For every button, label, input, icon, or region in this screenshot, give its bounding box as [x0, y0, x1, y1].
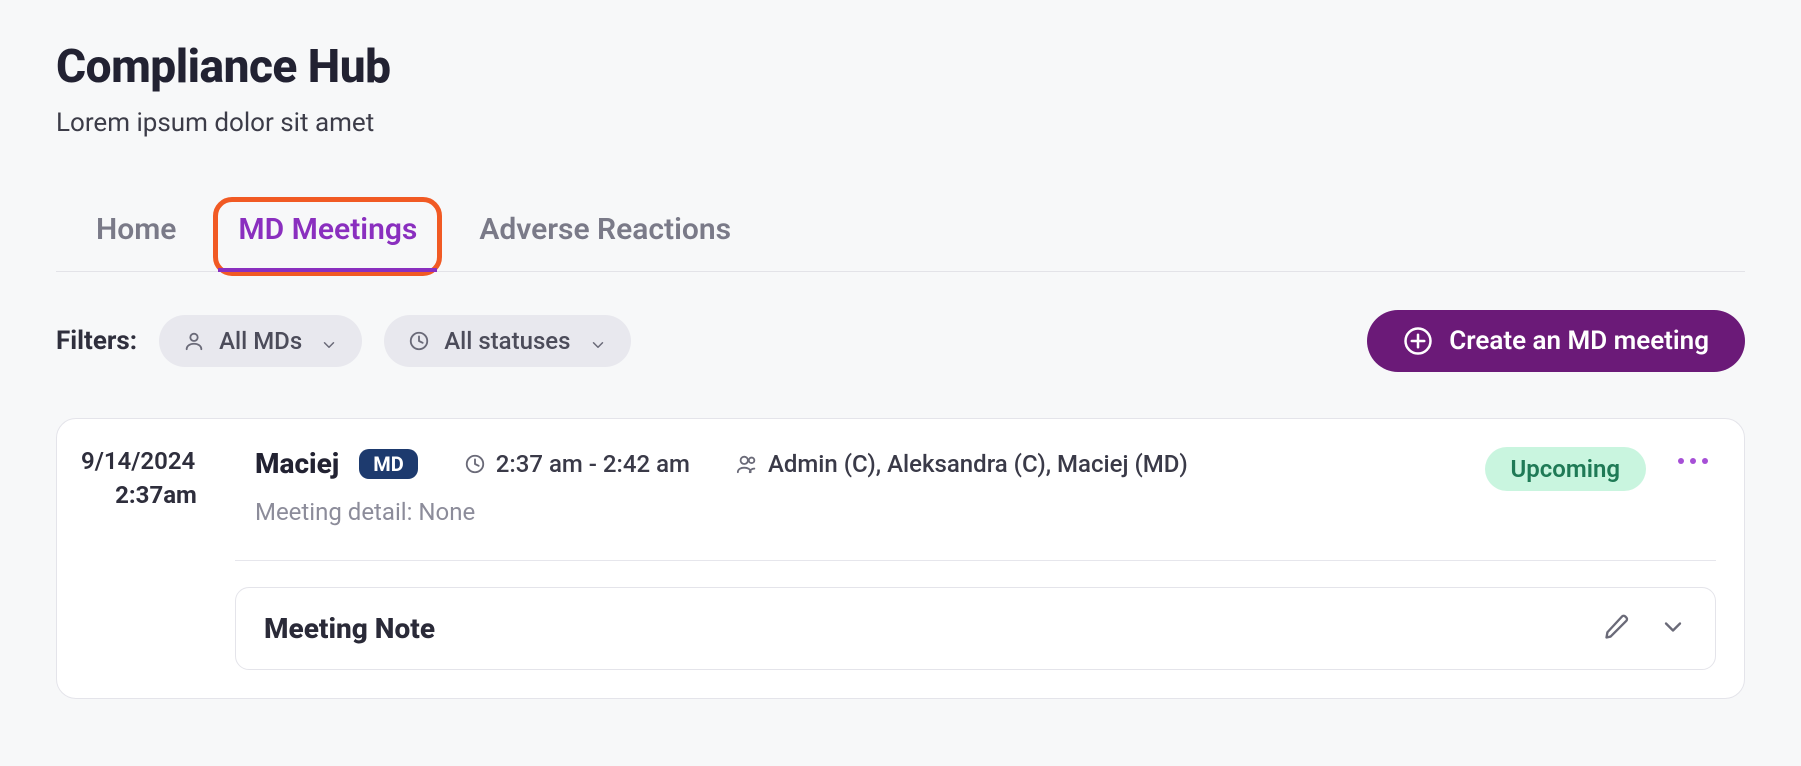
meeting-card: 9/14/2024 2:37am Maciej MD 2:37 am - 2:4…: [56, 418, 1745, 699]
plus-circle-icon: [1403, 326, 1433, 356]
tabs-bar: Home MD Meetings Adverse Reactions: [56, 202, 1745, 272]
filters-label: Filters:: [56, 326, 137, 356]
more-horizontal-icon: [1676, 451, 1710, 470]
meeting-person-name: Maciej: [255, 447, 339, 480]
filter-status-label: All statuses: [444, 327, 570, 355]
meeting-date: 9/14/2024: [81, 447, 231, 475]
expand-note-button[interactable]: [1659, 613, 1687, 645]
meeting-attendees-text: Admin (C), Aleksandra (C), Maciej (MD): [768, 450, 1188, 478]
filters-row: Filters: All MDs All statuses: [56, 310, 1745, 372]
meeting-note-block: Meeting Note: [235, 587, 1716, 670]
create-meeting-button[interactable]: Create an MD meeting: [1367, 310, 1745, 372]
meeting-time-range-text: 2:37 am - 2:42 am: [496, 450, 690, 478]
filter-status-dropdown[interactable]: All statuses: [384, 315, 630, 367]
clock-icon: [464, 453, 486, 475]
tab-home[interactable]: Home: [92, 202, 180, 271]
chevron-down-icon: [320, 332, 338, 350]
meeting-main-column: Maciej MD 2:37 am - 2:42 am Admin (C), A…: [255, 447, 1461, 526]
more-actions-button[interactable]: [1670, 447, 1716, 474]
edit-note-button[interactable]: [1603, 613, 1631, 645]
pencil-icon: [1603, 613, 1631, 645]
meeting-date-column: 9/14/2024 2:37am: [81, 447, 231, 509]
meeting-time: 2:37am: [81, 481, 231, 509]
role-badge: MD: [359, 449, 418, 479]
filter-md-label: All MDs: [219, 327, 302, 355]
create-meeting-label: Create an MD meeting: [1449, 326, 1709, 356]
divider: [235, 560, 1716, 561]
tab-md-meetings[interactable]: MD Meetings: [218, 202, 437, 271]
tab-adverse-reactions[interactable]: Adverse Reactions: [475, 202, 735, 271]
meeting-detail: Meeting detail: None: [255, 498, 1461, 526]
user-icon: [183, 330, 205, 352]
page-subtitle: Lorem ipsum dolor sit amet: [56, 108, 1745, 138]
chevron-down-icon: [589, 332, 607, 350]
clock-icon: [408, 330, 430, 352]
filter-md-dropdown[interactable]: All MDs: [159, 315, 362, 367]
meeting-attendees: Admin (C), Aleksandra (C), Maciej (MD): [736, 450, 1188, 478]
chevron-down-icon: [1659, 613, 1687, 645]
page-title: Compliance Hub: [56, 40, 1745, 94]
meeting-note-title: Meeting Note: [264, 612, 435, 645]
meeting-time-range: 2:37 am - 2:42 am: [464, 450, 690, 478]
status-badge: Upcoming: [1485, 447, 1647, 491]
users-icon: [736, 453, 758, 475]
